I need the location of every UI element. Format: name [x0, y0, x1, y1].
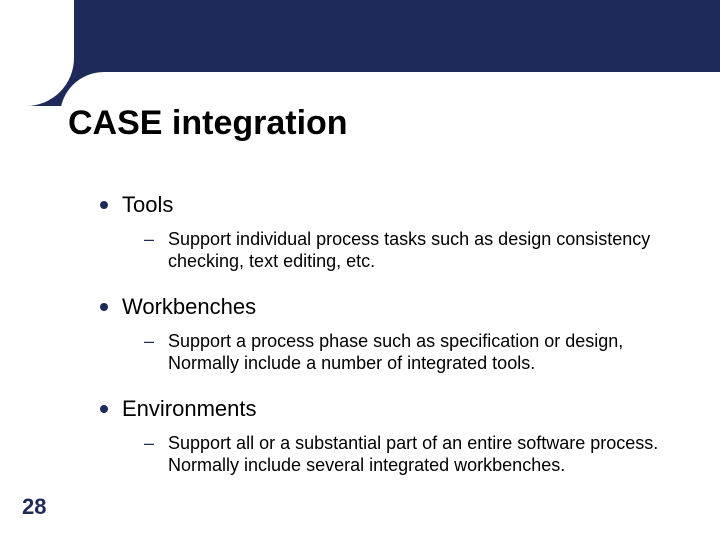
dash-icon: –	[144, 228, 154, 250]
sub-bullet-item: – Support individual process tasks such …	[144, 228, 680, 272]
sub-bullet-text: Support individual process tasks such as…	[168, 228, 680, 272]
content-area: Tools – Support individual process tasks…	[100, 192, 680, 498]
bullet-label: Workbenches	[122, 294, 256, 320]
page-number: 28	[22, 494, 46, 520]
sub-bullet-text: Support a process phase such as specific…	[168, 330, 680, 374]
bullet-disc-icon	[100, 303, 108, 311]
dash-icon: –	[144, 330, 154, 352]
sub-bullet-text: Support all or a substantial part of an …	[168, 432, 680, 476]
bullet-disc-icon	[100, 405, 108, 413]
sub-bullet-item: – Support a process phase such as specif…	[144, 330, 680, 374]
sub-bullet-item: – Support all or a substantial part of a…	[144, 432, 680, 476]
slide: CASE integration Tools – Support individ…	[0, 0, 720, 540]
bullet-item: Environments – Support all or a substant…	[100, 396, 680, 476]
dash-icon: –	[144, 432, 154, 454]
bullet-label: Tools	[122, 192, 173, 218]
bullet-item: Workbenches – Support a process phase su…	[100, 294, 680, 374]
bullet-item: Tools – Support individual process tasks…	[100, 192, 680, 272]
bullet-disc-icon	[100, 201, 108, 209]
bullet-label: Environments	[122, 396, 257, 422]
slide-title: CASE integration	[68, 104, 348, 143]
